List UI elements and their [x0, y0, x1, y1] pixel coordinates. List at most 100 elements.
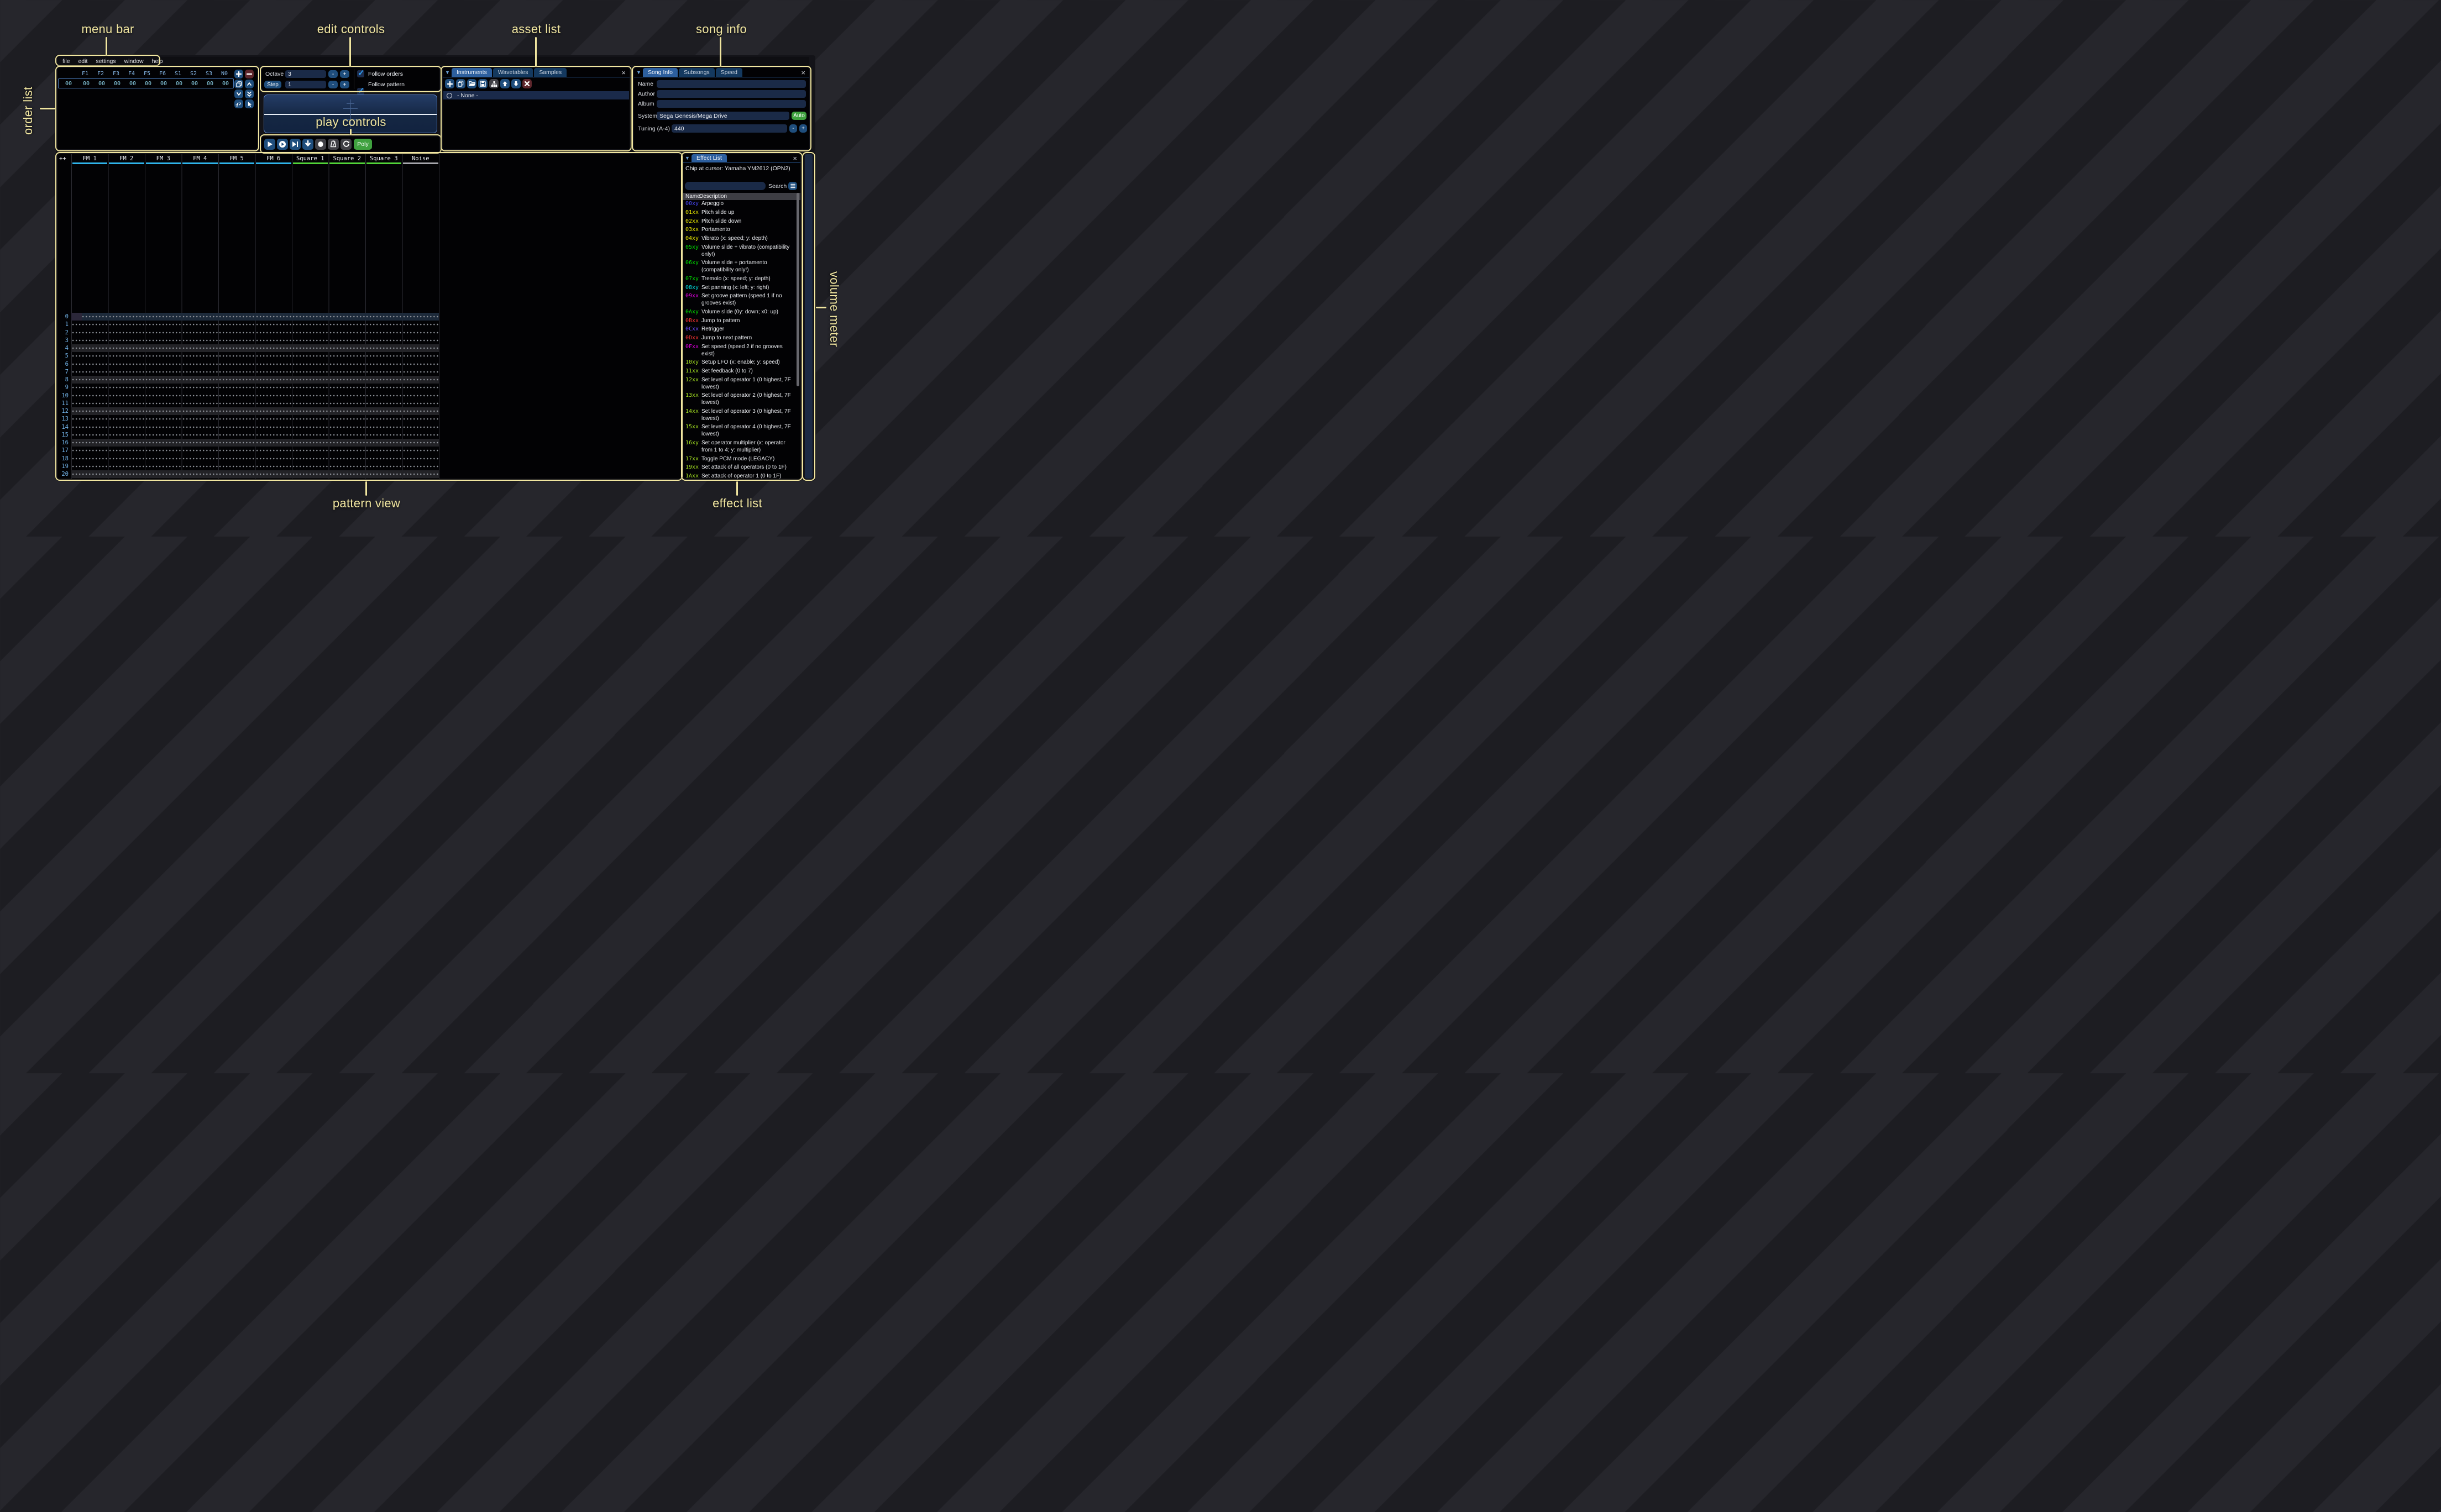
pattern-cell[interactable]	[255, 455, 292, 463]
pattern-cell[interactable]	[365, 337, 402, 344]
pattern-cell[interactable]	[108, 407, 145, 415]
pattern-cell[interactable]	[108, 470, 145, 478]
pattern-cell[interactable]	[292, 337, 329, 344]
pattern-cell[interactable]	[365, 376, 402, 384]
channel-header-fm-5[interactable]: FM 5	[218, 155, 255, 162]
pattern-cell[interactable]	[329, 463, 366, 470]
pattern-cell[interactable]	[108, 423, 145, 431]
pattern-cell[interactable]	[255, 344, 292, 352]
asset-move-up-button[interactable]	[500, 79, 510, 88]
pattern-cell[interactable]	[218, 455, 255, 463]
effect-row[interactable]: 01xxPitch slide up	[685, 209, 796, 218]
pattern-cell[interactable]	[182, 447, 219, 454]
pattern-row[interactable]: 2	[57, 329, 439, 337]
pattern-row[interactable]: 12	[57, 407, 439, 415]
pattern-cell[interactable]	[292, 360, 329, 368]
pattern-cell[interactable]	[71, 423, 108, 431]
asset-save-button[interactable]	[478, 79, 488, 88]
pattern-cell[interactable]	[365, 313, 402, 321]
pattern-cell[interactable]	[292, 376, 329, 384]
pattern-cell[interactable]	[182, 360, 219, 368]
pattern-cell[interactable]	[365, 447, 402, 454]
close-icon[interactable]: ×	[793, 155, 797, 162]
pattern-cell[interactable]	[292, 431, 329, 439]
order-value-ch5[interactable]: 00	[140, 81, 156, 87]
pattern-cell[interactable]	[182, 352, 219, 360]
pattern-row[interactable]: 9	[57, 384, 439, 391]
pattern-cell[interactable]	[145, 470, 182, 478]
pattern-cell[interactable]	[402, 439, 439, 447]
pattern-cell[interactable]	[329, 407, 366, 415]
pattern-cell[interactable]	[108, 392, 145, 400]
pattern-cell[interactable]	[255, 337, 292, 344]
step-input[interactable]: 1	[285, 81, 326, 88]
tab-wavetables[interactable]: Wavetables	[493, 68, 533, 77]
pattern-cell[interactable]	[108, 415, 145, 423]
pattern-cell[interactable]	[218, 447, 255, 454]
pattern-cell[interactable]	[329, 352, 366, 360]
channel-header-square-3[interactable]: Square 3	[365, 155, 402, 162]
pattern-cell[interactable]	[218, 368, 255, 376]
pattern-row[interactable]: 10	[57, 392, 439, 400]
pattern-cell[interactable]	[71, 384, 108, 391]
pattern-cell[interactable]	[329, 344, 366, 352]
tuning-decrement-button[interactable]: -	[789, 124, 797, 133]
asset-add-button[interactable]	[445, 79, 454, 88]
tuning-increment-button[interactable]: +	[799, 124, 807, 133]
pattern-cell[interactable]	[71, 337, 108, 344]
pattern-row[interactable]: 8	[57, 376, 439, 384]
order-value-ch8[interactable]: 00	[187, 81, 202, 87]
repeat-pattern-button[interactable]	[341, 139, 352, 150]
system-input[interactable]: Sega Genesis/Mega Drive	[657, 112, 789, 120]
pattern-cell[interactable]	[108, 344, 145, 352]
octave-decrement-button[interactable]: -	[328, 70, 338, 78]
asset-list-selected-item[interactable]: - None -	[443, 91, 629, 99]
pattern-cell[interactable]	[329, 423, 366, 431]
pattern-cell[interactable]	[108, 329, 145, 337]
order-remove-button[interactable]	[245, 70, 254, 78]
pattern-cell[interactable]	[145, 431, 182, 439]
pattern-cell[interactable]	[218, 463, 255, 470]
pattern-cell[interactable]	[365, 463, 402, 470]
pattern-cell[interactable]	[218, 344, 255, 352]
effect-search-input[interactable]	[685, 182, 766, 190]
effect-row[interactable]: 04xyVibrato (x: speed; y: depth)	[685, 235, 796, 244]
pattern-cell[interactable]	[218, 400, 255, 407]
pattern-cell[interactable]	[108, 431, 145, 439]
pattern-cell[interactable]	[182, 470, 219, 478]
asset-open-button[interactable]	[467, 79, 476, 88]
effect-row[interactable]: 07xyTremolo (x: speed; y: depth)	[685, 275, 796, 284]
pattern-cell[interactable]	[255, 352, 292, 360]
pattern-cell[interactable]	[182, 376, 219, 384]
order-duplicate-end-button[interactable]	[245, 90, 254, 98]
pattern-cell[interactable]	[402, 407, 439, 415]
pattern-cell[interactable]	[108, 313, 145, 321]
pattern-cell[interactable]	[329, 455, 366, 463]
pattern-cell[interactable]	[402, 447, 439, 454]
channel-header-fm-2[interactable]: FM 2	[108, 155, 145, 162]
channel-header-fm-1[interactable]: FM 1	[71, 155, 108, 162]
pattern-cell[interactable]	[365, 344, 402, 352]
effect-row[interactable]: 19xxSet attack of all operators (0 to 1F…	[685, 464, 796, 473]
pattern-cell[interactable]	[255, 329, 292, 337]
pattern-cell[interactable]	[108, 376, 145, 384]
pattern-cell[interactable]	[292, 392, 329, 400]
menu-item-file[interactable]: file	[62, 58, 70, 65]
effect-row[interactable]: 11xxSet feedback (0 to 7)	[685, 368, 796, 376]
pattern-cell[interactable]	[402, 392, 439, 400]
effect-list-menu-button[interactable]	[788, 182, 797, 190]
effect-row[interactable]: 0FxxSet speed (speed 2 if no grooves exi…	[685, 343, 796, 359]
pattern-cell[interactable]	[145, 439, 182, 447]
pattern-row[interactable]: 20	[57, 470, 439, 478]
pattern-cell[interactable]	[292, 384, 329, 391]
pattern-cell[interactable]	[292, 407, 329, 415]
pattern-cell[interactable]	[145, 352, 182, 360]
pattern-cell[interactable]	[218, 329, 255, 337]
pattern-row[interactable]: 17	[57, 447, 439, 454]
pattern-cell[interactable]	[71, 470, 108, 478]
pattern-cell[interactable]	[329, 376, 366, 384]
tab-song-info[interactable]: Song Info	[643, 68, 678, 77]
octave-increment-button[interactable]: +	[340, 70, 349, 78]
pattern-cell[interactable]	[71, 392, 108, 400]
pattern-cell[interactable]	[218, 376, 255, 384]
